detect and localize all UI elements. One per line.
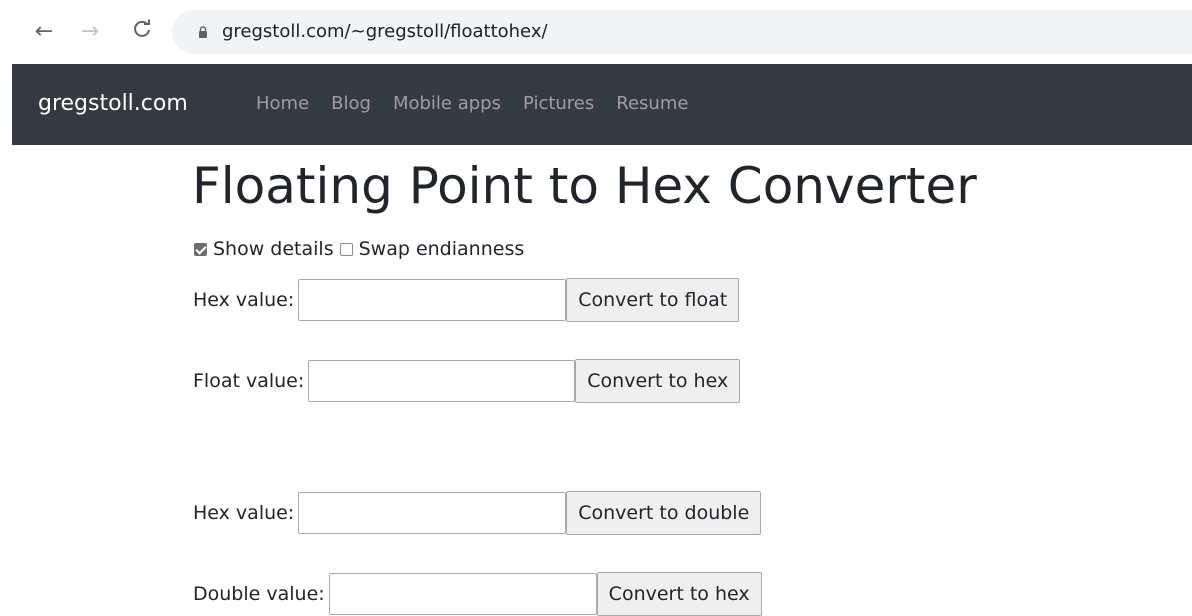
convert-to-double-button[interactable]: Convert to double bbox=[566, 491, 762, 535]
nav-link-resume[interactable]: Resume bbox=[616, 91, 688, 117]
double-value-input[interactable] bbox=[328, 573, 597, 615]
double-hex-label: Hex value: bbox=[193, 502, 295, 524]
swap-endianness-checkbox[interactable] bbox=[339, 242, 353, 256]
nav-link-pictures[interactable]: Pictures bbox=[523, 91, 594, 117]
float-hex-label: Hex value: bbox=[193, 289, 295, 311]
show-details-label: Show details bbox=[213, 238, 334, 260]
forward-arrow-icon[interactable]: → bbox=[78, 18, 102, 46]
page-title: Floating Point to Hex Converter bbox=[192, 157, 977, 215]
browser-toolbar: ← → gregstoll.com/~gregstoll/floattohex/ bbox=[0, 0, 1192, 64]
site-brand[interactable]: gregstoll.com bbox=[38, 89, 188, 119]
nav-link-mobile-apps[interactable]: Mobile apps bbox=[393, 91, 501, 117]
float-value-input[interactable] bbox=[308, 360, 576, 402]
double-hex-input[interactable] bbox=[298, 492, 567, 534]
float-hex-input[interactable] bbox=[298, 279, 567, 321]
nav-link-home[interactable]: Home bbox=[256, 91, 309, 117]
url-text[interactable]: gregstoll.com/~gregstoll/floattohex/ bbox=[222, 20, 548, 44]
back-arrow-icon[interactable]: ← bbox=[32, 18, 56, 46]
float-value-row: Float value: Convert to hex bbox=[193, 359, 741, 403]
nav-links: Home Blog Mobile apps Pictures Resume bbox=[256, 91, 688, 117]
float-hex-row: Hex value: Convert to float bbox=[193, 278, 740, 322]
double-value-row: Double value: Convert to hex bbox=[193, 572, 762, 616]
address-bar[interactable]: gregstoll.com/~gregstoll/floattohex/ bbox=[172, 10, 1192, 54]
double-value-label: Double value: bbox=[193, 583, 325, 605]
options-row: Show details Swap endianness bbox=[194, 236, 524, 262]
reload-icon[interactable] bbox=[130, 18, 154, 46]
double-convert-to-hex-button[interactable]: Convert to hex bbox=[596, 572, 762, 616]
nav-link-blog[interactable]: Blog bbox=[331, 91, 371, 117]
convert-to-float-button[interactable]: Convert to float bbox=[566, 278, 740, 322]
site-navbar: gregstoll.com Home Blog Mobile apps Pict… bbox=[12, 64, 1192, 145]
lock-icon bbox=[199, 26, 207, 38]
float-convert-to-hex-button[interactable]: Convert to hex bbox=[575, 359, 741, 403]
show-details-checkbox[interactable] bbox=[194, 242, 207, 256]
float-value-label: Float value: bbox=[193, 370, 305, 392]
swap-endianness-label: Swap endianness bbox=[358, 238, 525, 260]
double-hex-row: Hex value: Convert to double bbox=[193, 491, 762, 535]
reload-glyph bbox=[134, 19, 150, 37]
